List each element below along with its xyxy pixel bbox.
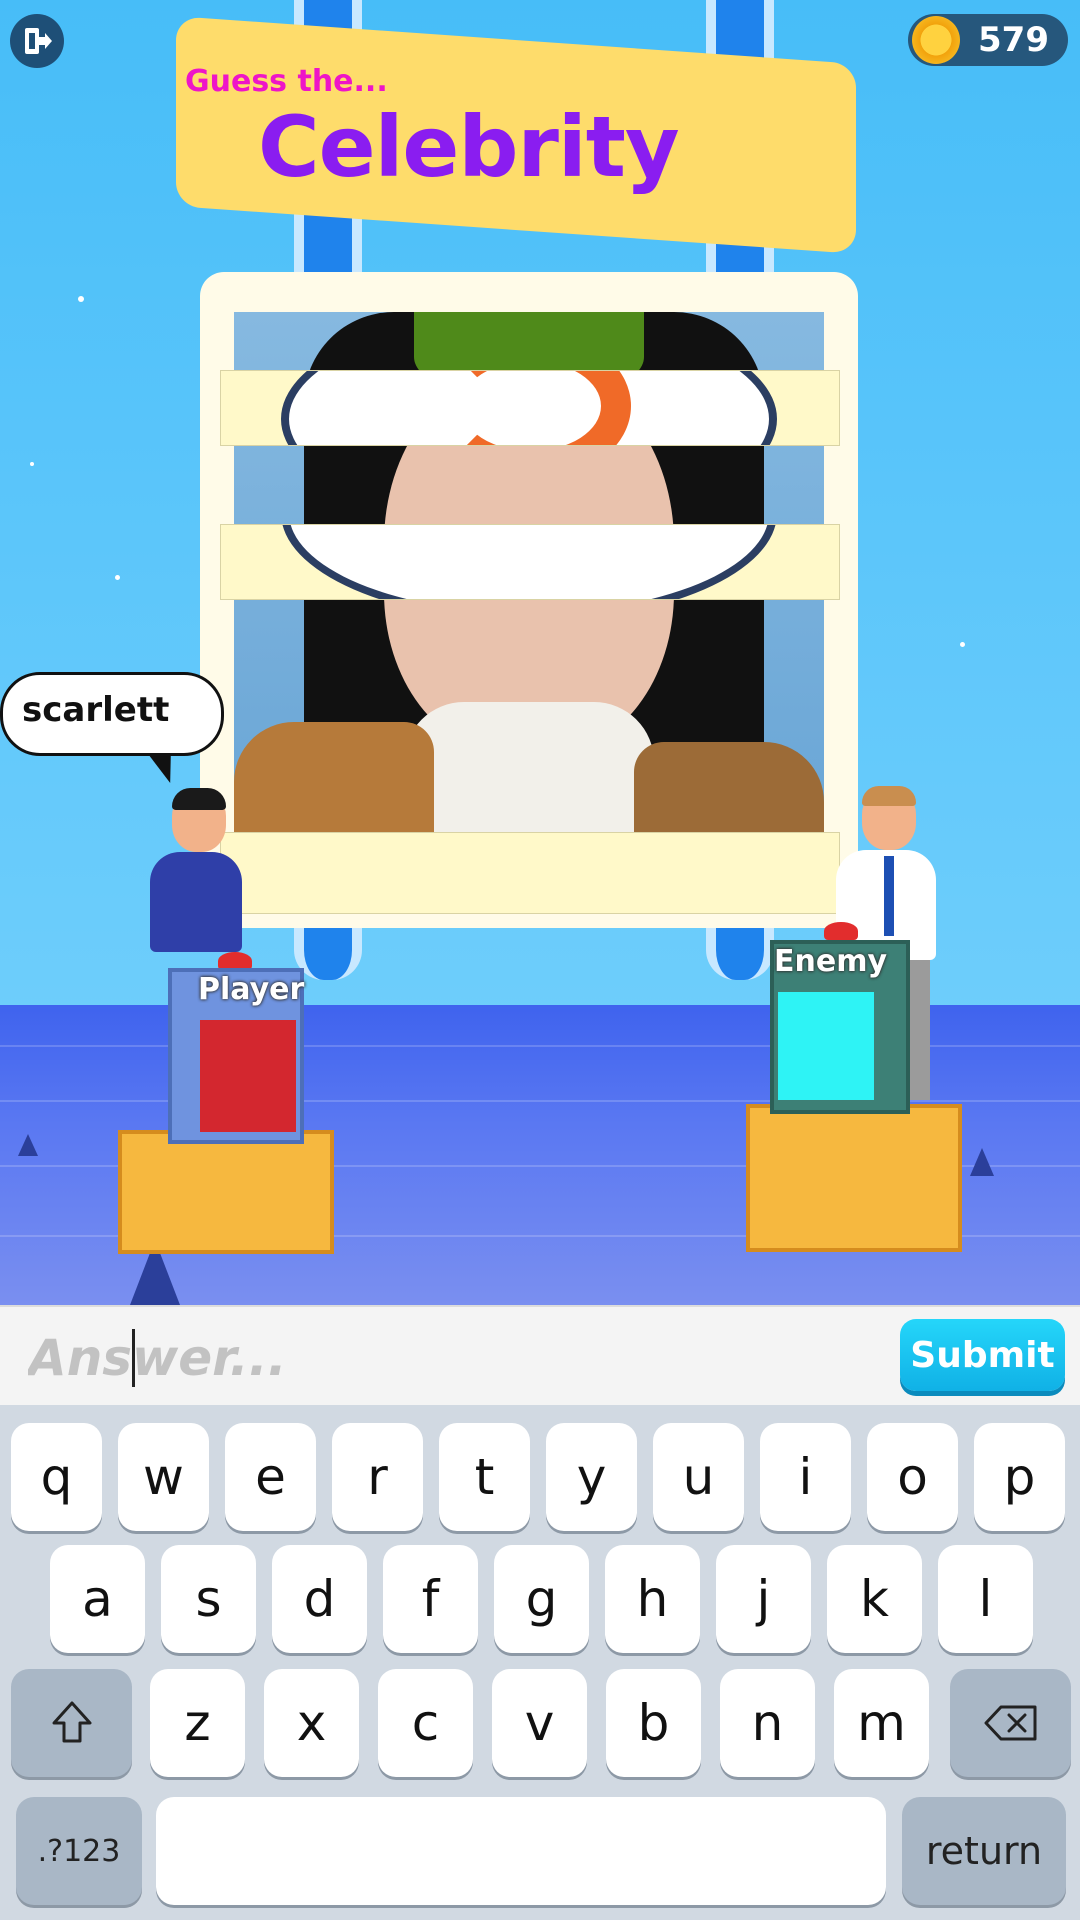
text-caret <box>132 1329 135 1387</box>
key-f[interactable]: f <box>383 1545 478 1653</box>
return-key[interactable]: return <box>902 1797 1066 1905</box>
submit-button[interactable]: Submit <box>900 1319 1065 1391</box>
key-j[interactable]: j <box>716 1545 811 1653</box>
key-a[interactable]: a <box>50 1545 145 1653</box>
key-t[interactable]: t <box>439 1423 530 1531</box>
key-c[interactable]: c <box>378 1669 473 1777</box>
key-r[interactable]: r <box>332 1423 423 1531</box>
sky-sparkle <box>30 462 34 466</box>
title-subtitle: Guess the... <box>185 64 388 99</box>
key-h[interactable]: h <box>605 1545 700 1653</box>
enemy-label: Enemy <box>774 944 888 979</box>
enemy-hair <box>862 786 916 806</box>
backspace-icon <box>984 1705 1036 1741</box>
key-x[interactable]: x <box>264 1669 359 1777</box>
exit-door-icon <box>25 28 52 54</box>
key-m[interactable]: m <box>834 1669 929 1777</box>
photo-cover-strip <box>220 832 840 914</box>
key-q[interactable]: q <box>11 1423 102 1531</box>
enemy-crate <box>746 1104 962 1252</box>
player-body <box>150 852 242 952</box>
player-screen <box>200 1020 296 1132</box>
key-g[interactable]: g <box>494 1545 589 1653</box>
board-pole-left-bottom <box>294 920 362 980</box>
key-k[interactable]: k <box>827 1545 922 1653</box>
answer-bar: Submit <box>0 1305 1080 1407</box>
sky-sparkle <box>115 575 120 580</box>
key-b[interactable]: b <box>606 1669 701 1777</box>
key-d[interactable]: d <box>272 1545 367 1653</box>
sky-sparkle <box>78 296 84 302</box>
shark-fin-icon <box>970 1148 994 1176</box>
key-v[interactable]: v <box>492 1669 587 1777</box>
enemy-screen <box>778 992 874 1100</box>
title-category: Celebrity <box>258 98 680 196</box>
speech-bubble-text: scarlett <box>22 690 170 730</box>
answer-input[interactable] <box>26 1329 890 1387</box>
board-pole-right-bottom <box>706 920 774 980</box>
key-o[interactable]: o <box>867 1423 958 1531</box>
player-crate <box>118 1130 334 1254</box>
key-z[interactable]: z <box>150 1669 245 1777</box>
numbers-key[interactable]: .?123 <box>16 1797 142 1905</box>
photo-cover-strip <box>220 524 840 600</box>
space-key[interactable] <box>156 1797 886 1905</box>
enemy-buzzer <box>824 922 858 940</box>
key-w[interactable]: w <box>118 1423 209 1531</box>
key-p[interactable]: p <box>974 1423 1065 1531</box>
key-u[interactable]: u <box>653 1423 744 1531</box>
shift-key[interactable] <box>11 1669 132 1777</box>
player-label: Player <box>198 972 305 1007</box>
key-l[interactable]: l <box>938 1545 1033 1653</box>
keyboard: q w e r t y u i o p a s d f g h j k l z … <box>0 1405 1080 1920</box>
shark-fin-icon <box>18 1134 38 1156</box>
player-hair <box>172 788 226 810</box>
key-i[interactable]: i <box>760 1423 851 1531</box>
key-e[interactable]: e <box>225 1423 316 1531</box>
shift-arrow-icon <box>52 1701 91 1743</box>
game-scene: Guess the... Celebrity scarlett Player E… <box>0 0 1080 1305</box>
coin-count: 579 <box>978 20 1049 60</box>
key-y[interactable]: y <box>546 1423 637 1531</box>
key-n[interactable]: n <box>720 1669 815 1777</box>
key-s[interactable]: s <box>161 1545 256 1653</box>
sky-sparkle <box>960 642 965 647</box>
enemy-tie <box>884 856 894 936</box>
photo-cover-strip <box>220 370 840 446</box>
coin-icon <box>912 16 960 64</box>
backspace-key[interactable] <box>950 1669 1071 1777</box>
coin-counter: 579 <box>908 14 1068 66</box>
exit-button[interactable] <box>10 14 64 68</box>
